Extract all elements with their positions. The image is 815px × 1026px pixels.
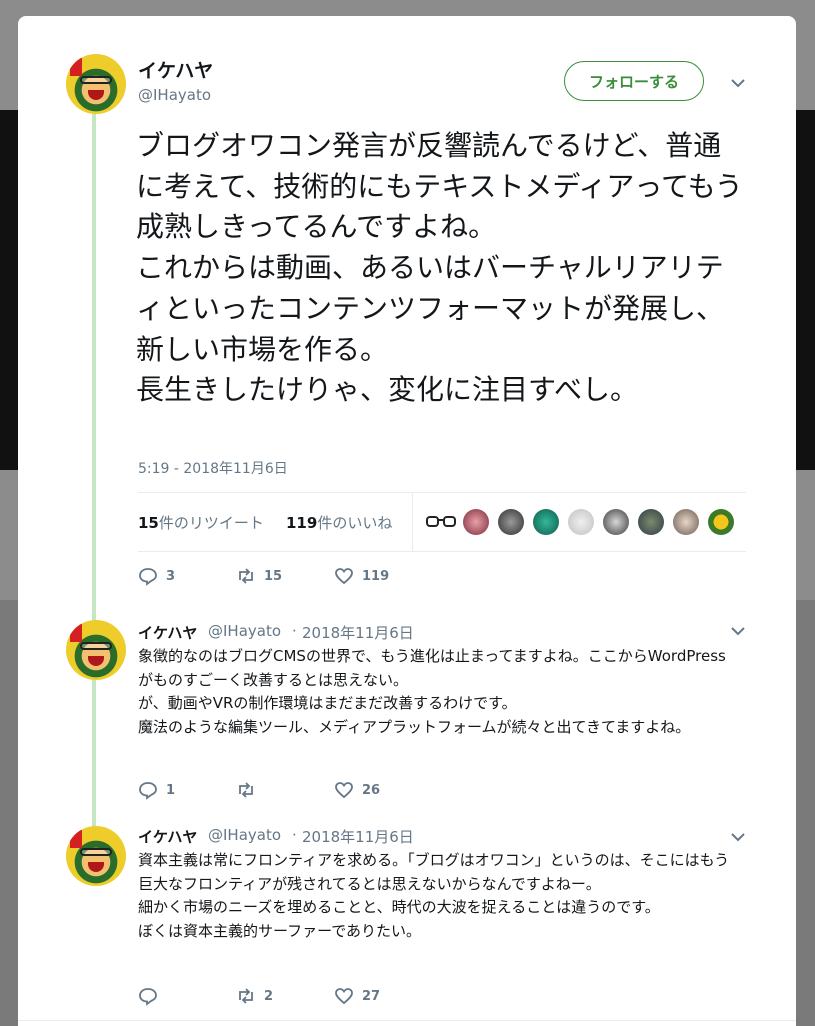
- tweet-text: ブログオワコン発言が反響読んでるけど、普通に考えて、技術的にもテキストメディアっ…: [136, 129, 743, 407]
- retweet-icon: [239, 988, 253, 1004]
- meta-separator: ·: [292, 826, 297, 844]
- background-content-right: [795, 110, 815, 470]
- liker-avatar[interactable]: [498, 509, 524, 535]
- reply-text: 資本主義は常にフロンティアを求める。「ブログはオワコン」というのは、そこにはもう…: [138, 851, 730, 940]
- reply-author-handle[interactable]: @IHayato: [208, 826, 281, 844]
- reply-author-name[interactable]: イケハヤ: [138, 622, 197, 643]
- chevron-down-icon[interactable]: [729, 622, 747, 640]
- like-action[interactable]: 27: [334, 986, 380, 1006]
- reply-author-name[interactable]: イケハヤ: [138, 826, 197, 847]
- liker-avatar[interactable]: [463, 509, 489, 535]
- thread-line: [92, 114, 96, 836]
- liker-avatar[interactable]: [603, 509, 629, 535]
- like-count: 119: [362, 568, 390, 584]
- chevron-down-icon[interactable]: [729, 74, 747, 92]
- reply-action[interactable]: 3: [138, 566, 175, 586]
- retweet-count: 15: [264, 568, 283, 584]
- reply-action[interactable]: 1: [138, 780, 175, 800]
- reply-text: 象徴的なのはブログCMSの世界で、もう進化は止まってますよね。ここからWordP…: [138, 647, 726, 736]
- reply-date[interactable]: 2018年11月6日: [302, 826, 414, 847]
- background-content-left: [0, 110, 18, 470]
- retweet-action[interactable]: [236, 780, 264, 800]
- reply-icon: [139, 568, 157, 586]
- reply-count: 1: [166, 782, 176, 798]
- reply-icon: [139, 782, 157, 800]
- reply-count: 3: [166, 568, 176, 584]
- chevron-down-icon[interactable]: [729, 828, 747, 846]
- heart-icon: [335, 988, 353, 1005]
- retweet-count: 2: [264, 988, 274, 1004]
- liker-avatar[interactable]: [533, 509, 559, 535]
- like-stat-label: 件のいいね: [317, 514, 393, 532]
- retweet-action[interactable]: 2: [236, 986, 273, 1006]
- engagement-stats: 15件のリツイート 119件のいいね: [138, 492, 746, 552]
- liker-avatar[interactable]: [708, 509, 734, 535]
- retweet-stat-count: 15: [138, 514, 159, 532]
- retweet-action[interactable]: 15: [236, 566, 282, 586]
- reply-date[interactable]: 2018年11月6日: [302, 622, 414, 643]
- meta-separator: ·: [292, 622, 297, 640]
- like-count: 27: [362, 988, 381, 1004]
- like-stat[interactable]: 119件のいいね: [286, 512, 392, 533]
- like-stat-count: 119: [286, 514, 318, 532]
- tweet-modal: イケハヤ @IHayato フォローする ブログオワコン発言が反響読んでるけど、…: [18, 16, 796, 1026]
- like-count: 26: [362, 782, 381, 798]
- avatar[interactable]: [66, 620, 126, 680]
- retweet-icon: [239, 782, 253, 798]
- author-name[interactable]: イケハヤ: [138, 56, 213, 83]
- reply-icon: [139, 988, 157, 1006]
- stats-divider: [412, 493, 413, 551]
- follow-button[interactable]: フォローする: [564, 61, 704, 101]
- retweet-stat[interactable]: 15件のリツイート: [138, 512, 264, 533]
- like-action[interactable]: 119: [334, 566, 389, 586]
- avatar[interactable]: [66, 826, 126, 886]
- liker-avatar[interactable]: [673, 509, 699, 535]
- avatar[interactable]: [66, 54, 126, 114]
- like-action[interactable]: 26: [334, 780, 380, 800]
- reply-action[interactable]: [138, 986, 166, 1006]
- heart-icon: [335, 568, 353, 585]
- author-handle[interactable]: @IHayato: [138, 86, 211, 104]
- liker-avatar[interactable]: [568, 509, 594, 535]
- reply-author-handle[interactable]: @IHayato: [208, 622, 281, 640]
- divider: [18, 1020, 796, 1021]
- tweet-timestamp[interactable]: 5:19 - 2018年11月6日: [138, 458, 288, 478]
- liker-avatar[interactable]: [638, 509, 664, 535]
- retweet-icon: [239, 568, 253, 584]
- heart-icon: [335, 782, 353, 799]
- retweet-stat-label: 件のリツイート: [158, 514, 264, 532]
- glasses-avatar[interactable]: [426, 515, 456, 529]
